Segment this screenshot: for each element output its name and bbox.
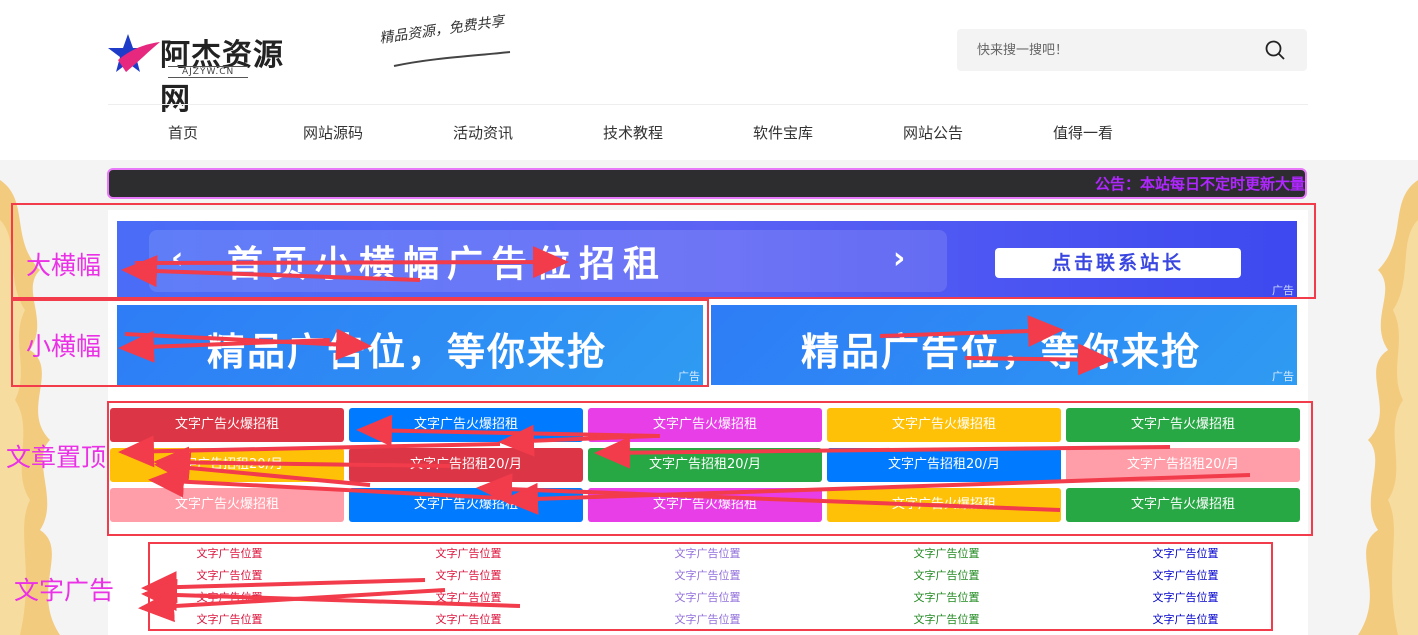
main-nav: 首页 网站源码 活动资讯 技术教程 软件宝库 网站公告 值得一看 bbox=[108, 110, 1158, 156]
logo-domain: AJZYW.CN bbox=[168, 66, 249, 78]
annotation-label-top-articles: 文章置顶 bbox=[6, 443, 107, 472]
nav-item-announcements[interactable]: 网站公告 bbox=[858, 110, 1008, 156]
search-input[interactable] bbox=[977, 29, 1257, 71]
nav-item-worth-seeing[interactable]: 值得一看 bbox=[1008, 110, 1158, 156]
notice-text: 公告：本站每日不定时更新大量 bbox=[1094, 175, 1305, 193]
nav-item-events[interactable]: 活动资讯 bbox=[408, 110, 558, 156]
annotation-box-top-articles bbox=[107, 401, 1313, 536]
small-banner-text: 精品广告位，等你来抢 bbox=[801, 330, 1202, 374]
site-logo[interactable]: 阿杰资源网 AJZYW.CN bbox=[108, 28, 298, 117]
annotation-label-text-ads: 文字广告 bbox=[14, 576, 115, 605]
annotation-box-text-ads bbox=[148, 542, 1273, 631]
nav-item-tutorials[interactable]: 技术教程 bbox=[558, 110, 708, 156]
nav-item-source-code[interactable]: 网站源码 bbox=[258, 110, 408, 156]
annotation-label-big-banner: 大横幅 bbox=[26, 251, 102, 280]
slogan-swash bbox=[393, 51, 511, 67]
search-icon[interactable] bbox=[1265, 40, 1285, 60]
nav-item-home[interactable]: 首页 bbox=[108, 110, 258, 156]
annotation-box-small-banner bbox=[11, 299, 709, 387]
slogan: 精品资源，免费共享 bbox=[378, 13, 506, 47]
header-divider bbox=[108, 104, 1308, 105]
ad-tag: 广告 bbox=[1272, 370, 1294, 383]
small-banner-ad[interactable]: 精品广告位，等你来抢 广告 bbox=[711, 305, 1297, 385]
search-box bbox=[957, 29, 1307, 71]
site-header: 阿杰资源网 AJZYW.CN 精品资源，免费共享 首页 网站源码 活动资讯 技术… bbox=[0, 0, 1418, 160]
notice-bar: 公告：本站每日不定时更新大量 bbox=[107, 168, 1307, 199]
annotation-box-big-banner bbox=[11, 203, 1316, 299]
star-logo-icon bbox=[108, 34, 160, 72]
annotation-label-small-banner: 小横幅 bbox=[26, 332, 102, 361]
flame-decoration-right bbox=[1308, 160, 1418, 635]
nav-item-software[interactable]: 软件宝库 bbox=[708, 110, 858, 156]
